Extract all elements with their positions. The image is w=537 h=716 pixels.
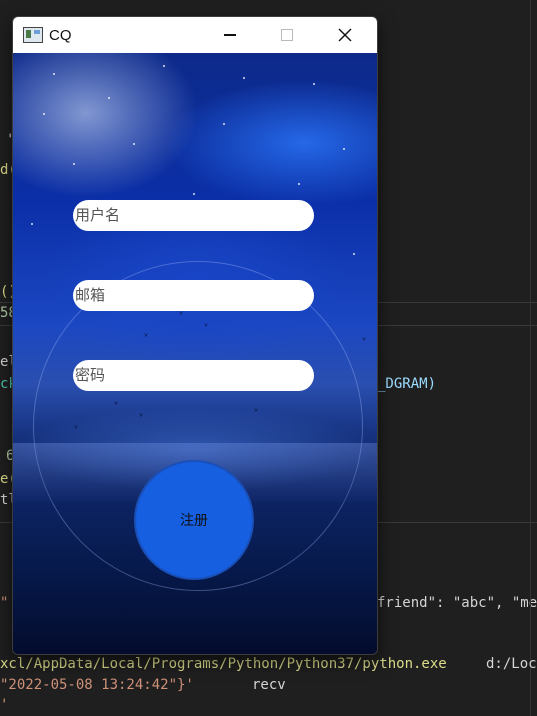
minimize-button[interactable] [201, 17, 259, 53]
terminal-line: recv [252, 677, 286, 693]
bird-icon: ᵛ [143, 332, 150, 343]
maximize-icon [281, 29, 293, 41]
background-image: ᵛ ᵛ ᵛ ᵛ ᵛ ᵛ ᵛ ᵛ 注册 [13, 53, 377, 654]
close-button[interactable] [316, 17, 374, 53]
title-bar[interactable]: CQ [13, 17, 377, 53]
username-field[interactable] [73, 200, 314, 231]
bird-icon: ᵛ [361, 336, 368, 347]
minimize-icon [224, 34, 236, 36]
window-title: CQ [49, 26, 72, 44]
password-field[interactable] [73, 360, 314, 391]
register-button[interactable]: 注册 [134, 460, 254, 580]
terminal-line: d:/Loc [486, 656, 537, 672]
divider [530, 0, 531, 716]
bird-icon: ᵛ [138, 412, 145, 423]
terminal-line: xcl/AppData/Local/Programs/Python/Python… [0, 656, 447, 672]
maximize-button[interactable] [258, 17, 316, 53]
close-icon [338, 28, 352, 42]
email-field[interactable] [73, 280, 314, 311]
code-fragment: " [0, 595, 9, 611]
terminal-line: "2022-05-08 13:24:42"}' [0, 677, 194, 693]
bird-icon: ᵛ [253, 407, 260, 418]
bird-icon: ᵛ [178, 310, 185, 321]
code-fragment: friend": "abc", "me [377, 595, 537, 611]
bird-icon: ᵛ [73, 424, 80, 435]
bird-icon: ᵛ [203, 322, 210, 333]
app-window: CQ ᵛ ᵛ ᵛ ᵛ ᵛ ᵛ ᵛ ᵛ 用户名 邮箱 注册 [12, 16, 378, 655]
code-fragment: _DGRAM) [377, 376, 437, 392]
app-icon [23, 27, 43, 43]
terminal-line: ' [0, 697, 9, 713]
bird-icon: ᵛ [113, 400, 120, 411]
